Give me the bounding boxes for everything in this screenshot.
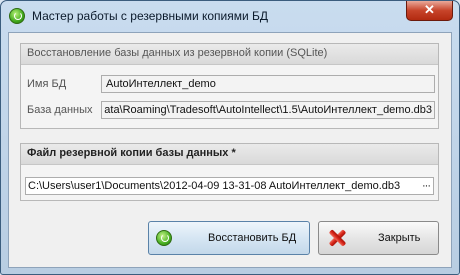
db-path-field: ata\Roaming\Tradesoft\AutoIntellect\1.5\… bbox=[101, 101, 435, 119]
restore-group-header: Восстановление базы данных из резервной … bbox=[21, 44, 438, 65]
restore-db-button[interactable]: Восстановить БД bbox=[148, 221, 310, 255]
restore-db-button-label: Восстановить БД bbox=[208, 232, 297, 244]
backup-file-group-header: Файл резервной копии базы данных * bbox=[21, 144, 438, 165]
close-button[interactable]: Закрыть bbox=[318, 221, 439, 255]
backup-file-group-title: Файл резервной копии базы данных * bbox=[27, 147, 236, 159]
backup-wizard-window: Мастер работы с резервными копиями БД ✕ … bbox=[0, 0, 460, 275]
red-x-icon bbox=[327, 228, 347, 248]
window-close-button[interactable]: ✕ bbox=[406, 1, 453, 21]
restore-db-icon bbox=[156, 230, 172, 246]
restore-group-title: Восстановление базы данных из резервной … bbox=[27, 47, 328, 59]
close-button-label: Закрыть bbox=[378, 232, 421, 244]
browse-button[interactable]: ··· bbox=[422, 178, 431, 194]
title-bar[interactable]: Мастер работы с резервными копиями БД ✕ bbox=[1, 1, 459, 32]
db-path-label: База данных bbox=[27, 104, 93, 116]
window-title: Мастер работы с резервными копиями БД bbox=[32, 9, 269, 23]
backup-file-path: C:\Users\user1\Documents\2012-04-09 13-3… bbox=[28, 180, 401, 192]
db-name-field: AutoИнтеллект_demo bbox=[101, 75, 435, 93]
db-name-label: Имя БД bbox=[27, 78, 67, 90]
restore-group: Восстановление базы данных из резервной … bbox=[20, 43, 439, 129]
backup-file-input[interactable]: C:\Users\user1\Documents\2012-04-09 13-3… bbox=[25, 177, 434, 195]
dialog-content: Восстановление базы данных из резервной … bbox=[8, 32, 452, 268]
app-icon bbox=[9, 8, 25, 24]
backup-file-group: Файл резервной копии базы данных * C:\Us… bbox=[20, 143, 439, 201]
